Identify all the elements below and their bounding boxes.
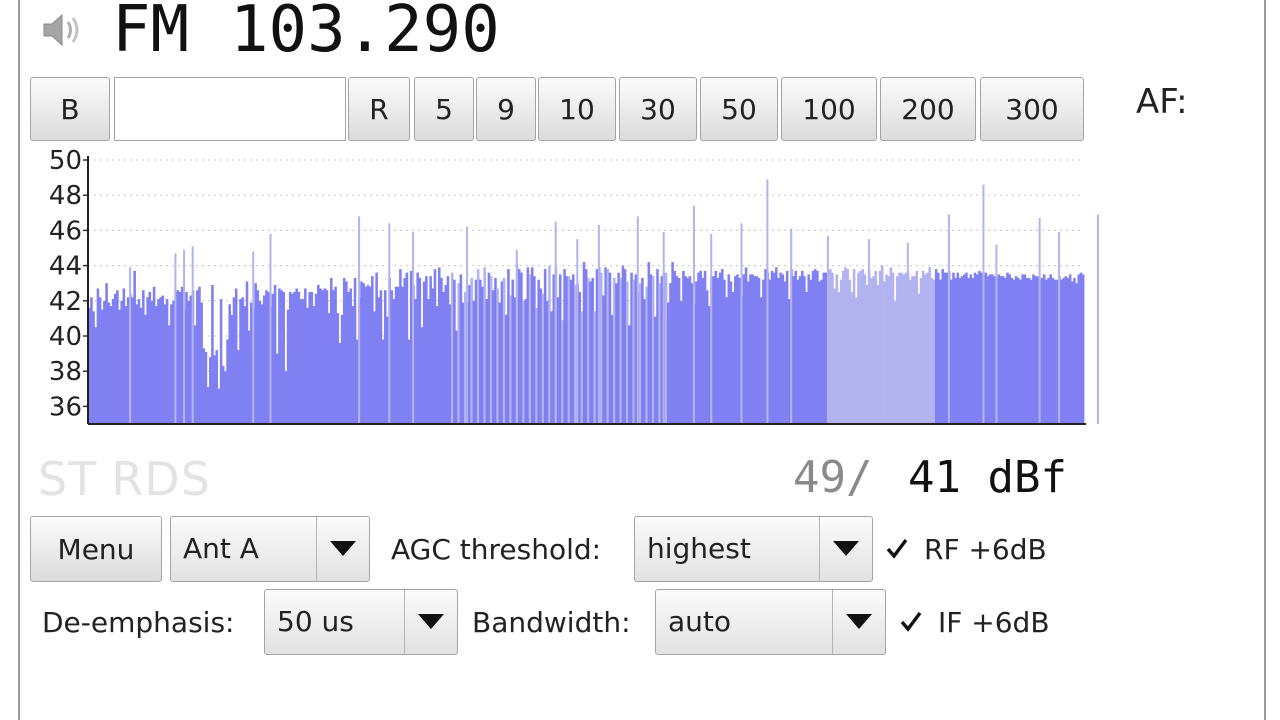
y-tick-label: 38 [49,357,82,387]
menu-button[interactable]: Menu [30,516,162,582]
signal-peak-bar [1096,214,1099,424]
signal-level-readout: 41 dBf [908,452,1067,503]
deemphasis-value: 50 us [277,605,354,638]
signal-peak-bar [174,253,177,424]
if-gain-checkbox[interactable] [898,609,924,635]
bandwidth-value: auto [668,605,732,638]
signal-peak-bar [269,233,272,424]
signal-peak-bar [740,223,743,424]
signal-peak-bar [554,221,557,424]
signal-peak-bar [947,214,950,424]
signal-peak-bar [636,216,639,424]
signal-peak-bar [1058,232,1061,424]
antenna-dropdown-button[interactable] [316,517,369,581]
step-button-5[interactable]: 5 [414,77,474,141]
agc-threshold-label: AGC threshold: [391,533,602,566]
rf-gain-label[interactable]: RF +6dB [924,530,1047,570]
signal-peak-bar [906,242,909,424]
window-right-border [1264,0,1266,720]
signal-strength-chart: 50 48 46 44 42 40 38 36 [49,146,1099,425]
af-label: AF: [1136,82,1188,122]
deemphasis-dropdown-button[interactable] [404,590,457,654]
signal-peak-bar [867,239,870,424]
if-gain-label[interactable]: IF +6dB [938,603,1050,643]
antenna-value: Ant A [183,532,259,565]
rf-gain-checkbox[interactable] [884,536,910,562]
signal-peak-readout: 49/ [793,452,873,503]
y-tick-label: 50 [49,146,82,176]
agc-threshold-select[interactable]: highest [634,516,873,582]
step-button-300[interactable]: 300 [980,77,1084,141]
band-button[interactable]: B [30,77,110,141]
y-tick-label: 40 [49,322,82,352]
bandwidth-label: Bandwidth: [472,606,631,639]
deemphasis-label: De-emphasis: [42,606,235,639]
y-tick-label: 44 [49,252,82,282]
y-tick-label: 48 [49,181,82,211]
chevron-down-icon [846,614,872,629]
signal-peak-bar [1038,218,1041,424]
y-tick-label: 46 [49,216,82,246]
signal-peak-bar [662,232,665,424]
agc-threshold-value: highest [647,532,751,565]
bandwidth-select[interactable]: auto [655,589,886,655]
signal-peak-bar [412,232,415,424]
speaker-icon[interactable] [40,10,88,50]
step-button-10[interactable]: 10 [538,77,616,141]
signal-peak-bar [515,249,518,424]
signal-peak-bar [995,244,998,424]
status-indicators: ST RDS [38,452,225,506]
agc-dropdown-button[interactable] [819,517,872,581]
y-tick-label: 36 [49,392,82,422]
signal-peak-bar [388,223,391,424]
stereo-indicator: ST [38,452,98,506]
signal-peak-bar [576,239,579,424]
signal-peak-bar [766,179,769,424]
signal-peak-bar [826,235,829,424]
chevron-down-icon [330,541,356,556]
signal-peak-bar [183,249,186,424]
signal-peak-bar [710,233,713,424]
step-button-9[interactable]: 9 [476,77,536,141]
reset-button[interactable]: R [348,77,410,141]
frequency-input[interactable] [114,77,346,141]
bandwidth-dropdown-button[interactable] [832,590,885,654]
signal-peak-bar [252,251,255,424]
antenna-select[interactable]: Ant A [170,516,370,582]
signal-peak-bar [790,228,793,424]
step-button-30[interactable]: 30 [619,77,697,141]
deemphasis-select[interactable]: 50 us [264,589,458,655]
signal-peak-bar [692,205,695,424]
band-label: FM [112,0,190,67]
chevron-down-icon [418,614,444,629]
signal-peak-bar [982,184,985,424]
signal-peak-bar [466,226,469,424]
signal-peak-bar [129,267,132,424]
chevron-down-icon [833,541,859,556]
signal-peak-bar [191,246,194,424]
rds-indicator: RDS [111,452,211,506]
y-tick-label: 42 [49,287,82,317]
signal-peak-bar [358,216,361,424]
step-button-50[interactable]: 50 [700,77,778,141]
frequency-display[interactable]: 103.290 [230,0,500,66]
step-button-200[interactable]: 200 [880,77,976,141]
signal-bar [1081,274,1085,424]
step-button-100[interactable]: 100 [781,77,877,141]
signal-peak-bar [597,225,600,424]
